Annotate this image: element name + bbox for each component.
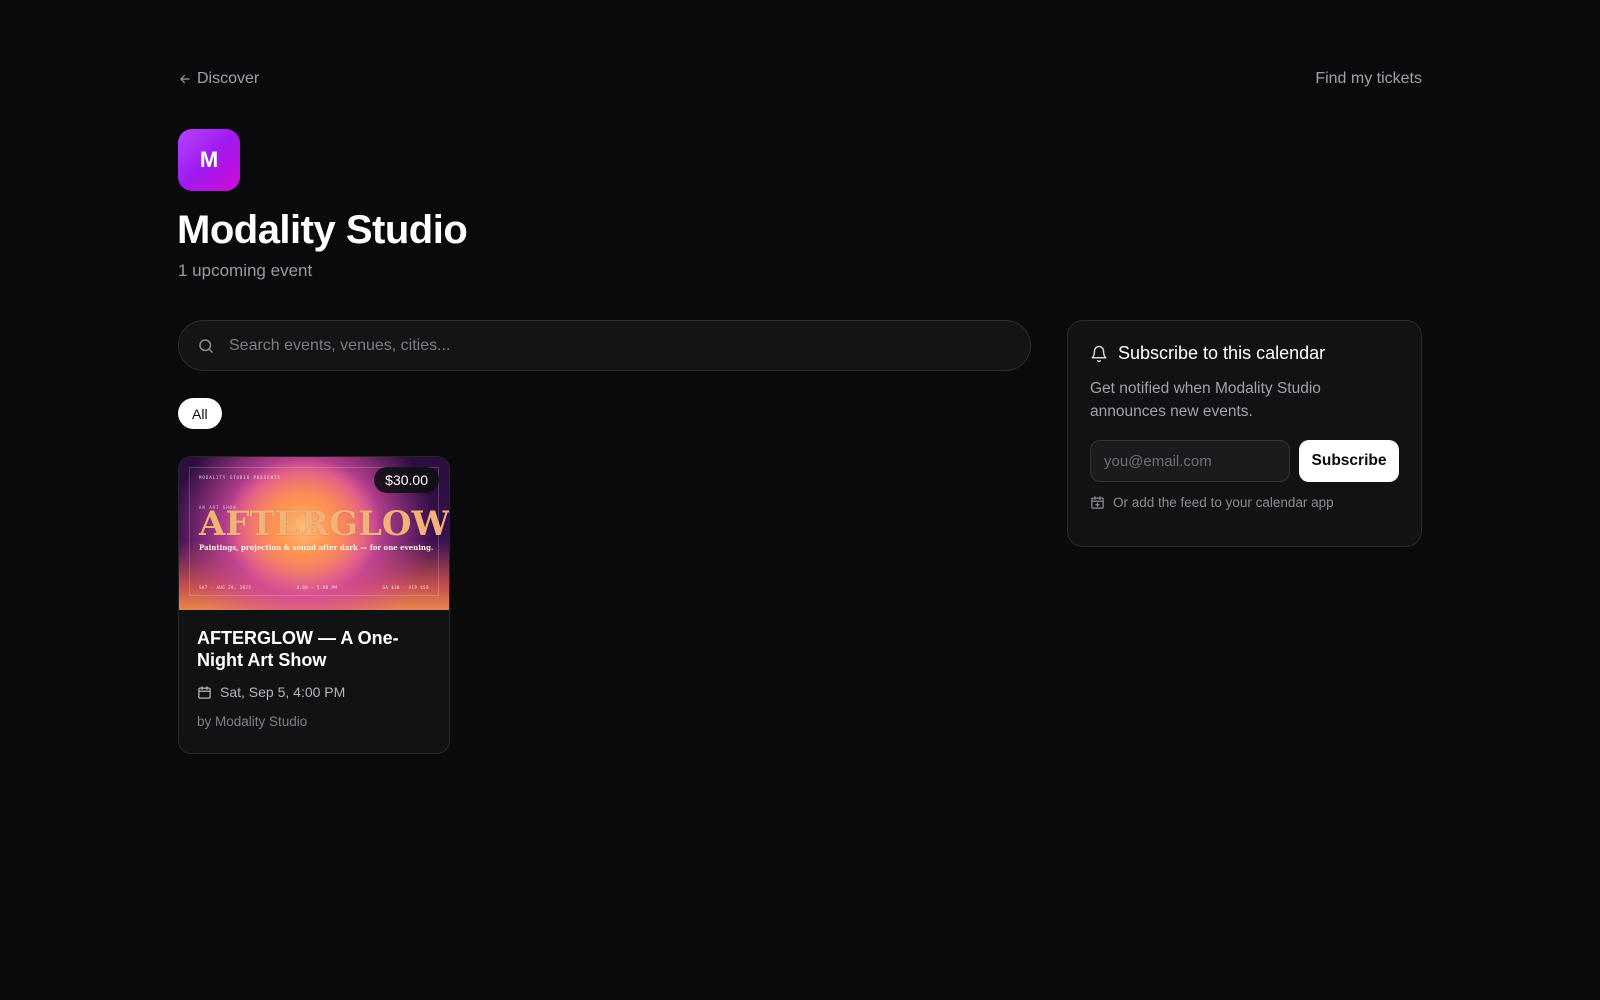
bell-icon bbox=[1091, 345, 1107, 362]
subscribe-button[interactable]: Subscribe bbox=[1299, 440, 1399, 482]
subscribe-card: Subscribe to this calendar Get notified … bbox=[1067, 320, 1422, 547]
subscribe-form: Subscribe bbox=[1090, 440, 1399, 482]
poster-tagline: Paintings, projection & sound after dark… bbox=[199, 543, 434, 552]
calendar-icon bbox=[198, 685, 211, 699]
event-poster-image: MODALITY STUDIO PRESENTS AN ART SHOW AFT… bbox=[179, 457, 449, 610]
organizer-logo: M bbox=[178, 129, 240, 191]
search-input[interactable] bbox=[229, 336, 1030, 355]
calendar-plus-icon bbox=[1091, 496, 1104, 509]
back-link-label: Discover bbox=[197, 70, 260, 87]
filter-chip-label: All bbox=[192, 405, 208, 422]
subscribe-title: Subscribe to this calendar bbox=[1118, 343, 1326, 363]
search-icon bbox=[199, 338, 213, 353]
event-date-row: Sat, Sep 5, 4:00 PM bbox=[197, 684, 431, 700]
poster-title: AFTERGLOW bbox=[199, 504, 449, 544]
search-bar bbox=[178, 320, 1031, 371]
poster-footer-time: 4:00 – 5:00 PM bbox=[296, 585, 338, 590]
event-card[interactable]: MODALITY STUDIO PRESENTS AN ART SHOW AFT… bbox=[178, 456, 450, 754]
arrow-left-icon bbox=[180, 74, 190, 84]
page-title: Modality Studio bbox=[177, 208, 468, 252]
event-card-body: AFTERGLOW — A One-Night Art Show Sat, Se… bbox=[179, 610, 449, 746]
poster-footer: SAT · AUG 29, 2025 4:00 – 5:00 PM GA $30… bbox=[199, 585, 429, 590]
subscribe-header: Subscribe to this calendar bbox=[1090, 343, 1399, 364]
poster-kicker: MODALITY STUDIO PRESENTS bbox=[199, 475, 281, 480]
feed-link-label: Or add the feed to your calendar app bbox=[1113, 495, 1334, 510]
find-my-tickets-link[interactable]: Find my tickets bbox=[1315, 70, 1422, 88]
subscribe-description: Get notified when Modality Studio announ… bbox=[1090, 380, 1321, 420]
add-calendar-feed-link[interactable]: Or add the feed to your calendar app bbox=[1090, 495, 1399, 510]
poster-footer-date: SAT · AUG 29, 2025 bbox=[199, 585, 252, 590]
email-field[interactable] bbox=[1090, 440, 1290, 482]
top-nav: Discover Find my tickets bbox=[178, 70, 1422, 88]
event-date: Sat, Sep 5, 4:00 PM bbox=[220, 684, 346, 700]
event-title[interactable]: AFTERGLOW — A One-Night Art Show bbox=[197, 627, 407, 671]
event-host: by Modality Studio bbox=[197, 714, 308, 729]
price-badge: $30.00 bbox=[374, 467, 439, 493]
organizer-logo-letter: M bbox=[199, 147, 219, 172]
poster-footer-price: GA $30 · VIP $50 bbox=[382, 585, 429, 590]
back-to-discover-link[interactable]: Discover bbox=[178, 70, 259, 88]
filter-chip-all[interactable]: All bbox=[178, 398, 222, 429]
upcoming-count: 1 upcoming event bbox=[178, 261, 313, 280]
